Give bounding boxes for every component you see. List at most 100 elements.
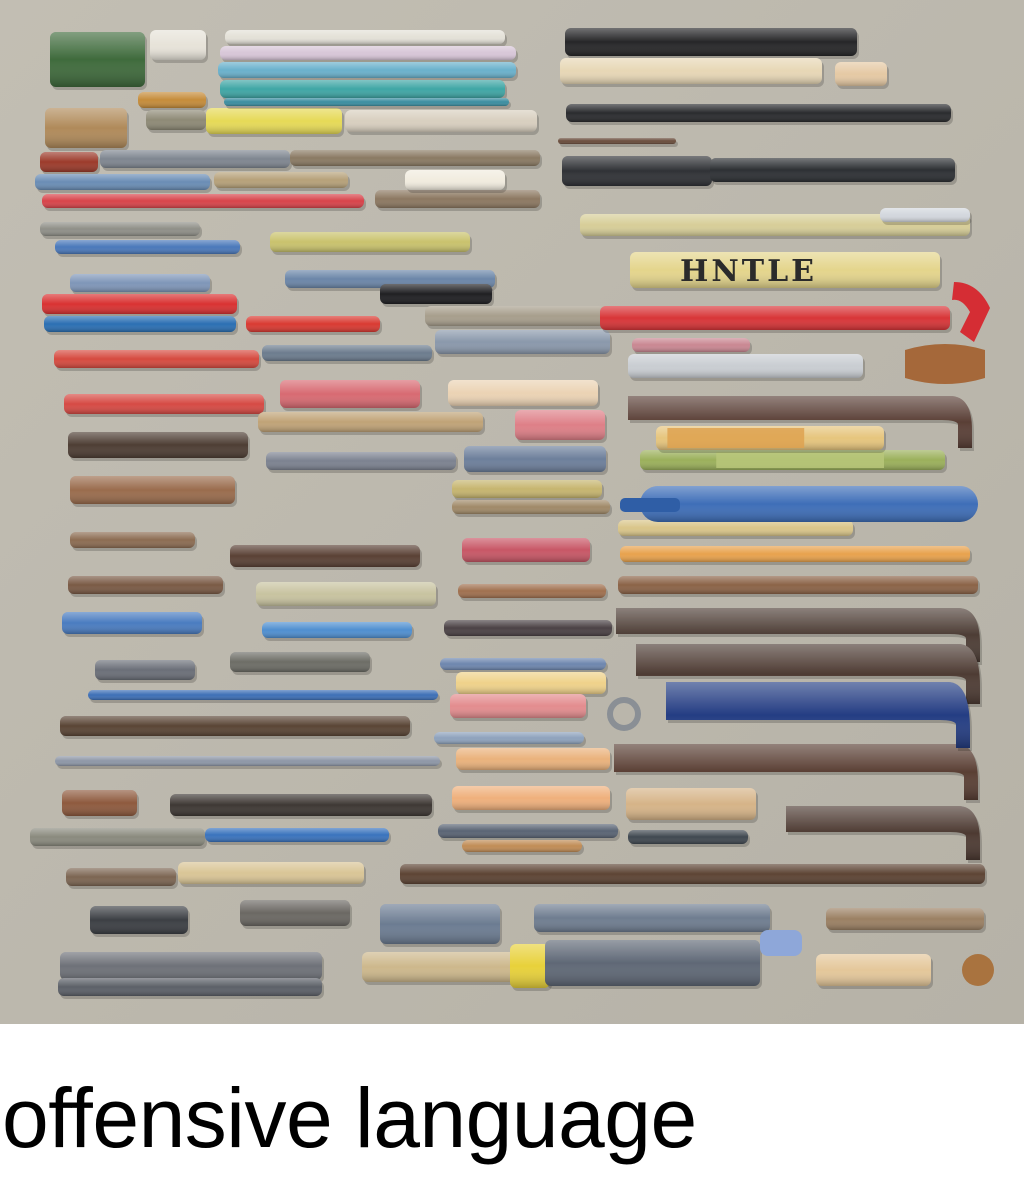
stub-wood (70, 532, 197, 551)
tag-white (150, 30, 208, 63)
cap-dark (90, 906, 190, 937)
sharpener (240, 900, 352, 929)
bar-dark (170, 794, 434, 819)
rod-blue (88, 690, 440, 703)
tool-grey (262, 345, 434, 364)
stub-orange (138, 92, 208, 111)
tool-wood (66, 868, 178, 889)
pen-pink-2 (632, 338, 752, 355)
box-slate (534, 904, 772, 935)
box-blue (218, 62, 518, 81)
ruler-wood (826, 908, 986, 933)
marker-pink (450, 694, 588, 721)
ruler-yellow (270, 232, 472, 255)
stapler-slate (380, 904, 502, 947)
pencil-brown-3 (452, 500, 612, 517)
thin-brown (558, 138, 678, 147)
tool-metal (95, 660, 197, 683)
pen-charcoal (628, 830, 750, 847)
pencil-orange-2 (620, 546, 972, 565)
pen-blue-2 (55, 240, 242, 257)
pen-slate (435, 330, 612, 357)
box-teal (220, 80, 507, 101)
pen-pink (462, 538, 592, 565)
marker-orange (452, 786, 612, 813)
marker-red (42, 294, 239, 317)
pen-red-4 (64, 394, 266, 417)
pen-blue (35, 174, 212, 193)
ruler-grey-2 (58, 978, 324, 999)
pen-red-short (246, 316, 382, 335)
bat-black-2 (710, 158, 957, 185)
eraser-cream (448, 380, 600, 409)
tube-grey (628, 354, 865, 381)
pen-blue-pale (70, 274, 212, 295)
pencil-wood (258, 412, 485, 435)
wooden-grip (905, 344, 985, 384)
tool-metal-2 (230, 652, 372, 675)
marker-yellow (206, 108, 344, 137)
pen-red-3 (54, 350, 261, 371)
tin-brown (45, 108, 129, 151)
pencil-tan-large (362, 952, 522, 985)
pencil-beige (345, 110, 539, 135)
pencil-orange (458, 584, 608, 601)
pen-grey (100, 150, 292, 171)
bat-black (565, 28, 859, 59)
marker-printed-label: HNTLE (680, 254, 817, 289)
marker-blue (44, 316, 238, 335)
handle-dark (68, 432, 250, 461)
flatlay-illustration: HNTLE (0, 0, 1024, 1024)
rod-grey (55, 756, 442, 769)
pencil-cream (178, 862, 366, 887)
stub-wood-2 (68, 576, 225, 597)
pencil-brown-2 (375, 190, 542, 211)
ruler-cream (560, 58, 824, 87)
pen-grey-3 (266, 452, 458, 473)
tag-label (405, 170, 507, 193)
pencil-olive (425, 306, 607, 329)
pencil-peach (456, 748, 612, 773)
tag-peach (835, 62, 889, 89)
rod-black (566, 104, 953, 125)
box-cork (626, 788, 758, 823)
pen-red-long (42, 194, 366, 211)
caption-area: offensive language (0, 1024, 1024, 1204)
printed-labels-layer: HNTLE (680, 254, 817, 289)
pencil-brown (290, 150, 542, 169)
pen-blue-4 (205, 828, 391, 845)
stub-grey (146, 110, 208, 133)
pen-grey-2 (40, 222, 202, 239)
ruler-dark (545, 940, 762, 989)
pen-blue-6 (434, 732, 586, 747)
box-white (225, 30, 507, 47)
pen-blue-5 (440, 658, 608, 673)
pen-grey-4 (30, 828, 207, 849)
pencil-dark (230, 545, 422, 570)
marker-gold (656, 426, 886, 453)
pencil-tan (214, 172, 350, 191)
box-purple (220, 46, 518, 63)
pen-dark (444, 620, 614, 639)
blade-blue (62, 612, 204, 637)
block-brown (62, 790, 139, 819)
eraser-pink (280, 380, 422, 411)
cap-red (40, 152, 100, 175)
pen-blue-big (620, 486, 978, 522)
pen-navy (438, 824, 620, 841)
eraser-green (50, 32, 147, 90)
pen-blue-3 (262, 622, 414, 641)
pen-red-long-2 (600, 306, 952, 333)
flatlay-photo: HNTLE (0, 0, 1024, 1024)
pen-indigo (464, 446, 608, 475)
stick-brown (60, 716, 412, 739)
pencil-wood-2 (462, 840, 584, 855)
pen-green (640, 450, 947, 473)
pencil-wood-3 (618, 576, 980, 597)
pen-white (880, 208, 972, 225)
grip-black (562, 156, 714, 189)
box-teal-2 (224, 98, 511, 109)
tag-kraft (816, 954, 933, 989)
rod-long-brown (400, 864, 987, 887)
clip-blue (760, 930, 802, 956)
